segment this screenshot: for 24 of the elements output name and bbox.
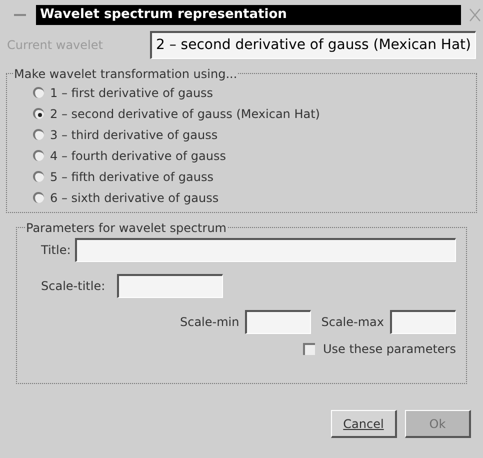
checkbox[interactable] [303,343,316,355]
scale-max-field[interactable] [390,310,456,334]
radio-button[interactable] [33,171,44,182]
radio-label: 5 – fifth derivative of gauss [50,168,214,186]
radio-button[interactable] [33,129,44,140]
radio-label: 1 – first derivative of gauss [50,84,214,102]
radio-label: 6 – sixth derivative of gauss [50,190,219,206]
radio-button[interactable] [33,108,44,119]
field-label: Scale-max [321,314,384,331]
radio-button[interactable] [33,192,44,203]
field-label: Scale-min [180,314,240,331]
radio-label: 3 – third derivative of gauss [50,126,218,144]
radio-label: 2 – second derivative of gauss (Mexican Hat) [50,106,320,122]
checkbox-label: Use these parameters [323,341,456,358]
field-label: Title: [41,242,72,259]
window-title: Wavelet spectrum representation [36,5,461,25]
title-field[interactable] [75,238,456,262]
scale-title-field[interactable] [117,274,223,298]
field-label: Scale-title: [41,278,106,295]
radio-button[interactable] [33,150,44,161]
radio-button[interactable] [33,87,44,98]
radio-label: 4 – fourth derivative of gauss [50,148,226,164]
scale-min-field[interactable] [245,310,312,334]
dialog-button[interactable]: Cancel [331,410,397,438]
